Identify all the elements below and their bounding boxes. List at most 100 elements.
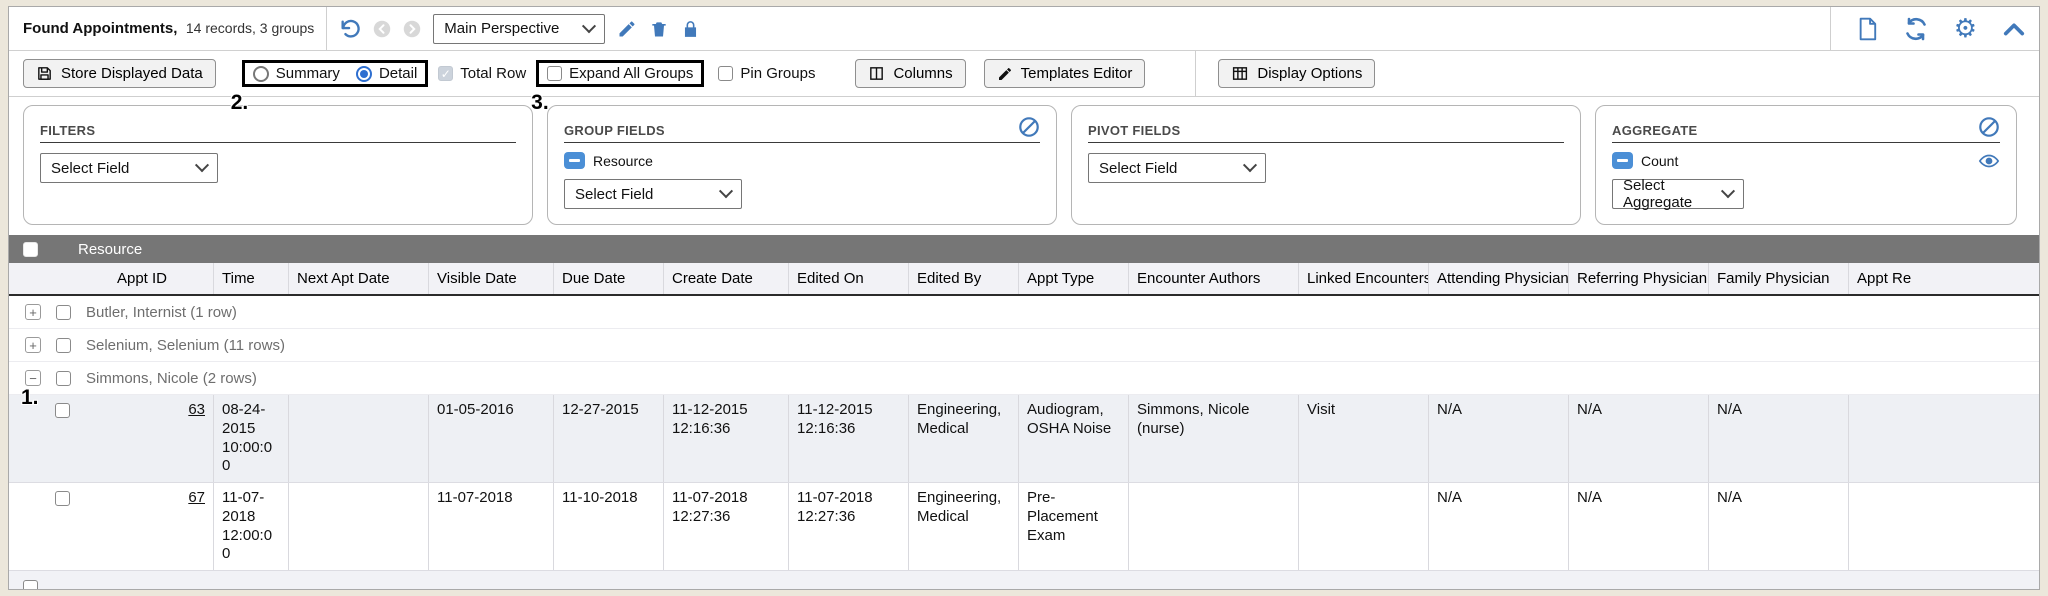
group-column-label: Resource [78,241,142,258]
filters-field-select[interactable]: Select Field [40,153,218,183]
templates-editor-button[interactable]: Templates Editor [984,59,1146,88]
column-header-appt-id[interactable]: Appt ID [9,263,214,294]
expand-all-groups-option[interactable]: Expand All Groups [547,65,693,82]
column-header-due-date[interactable]: Due Date [554,263,664,294]
expand-all-groups-label: Expand All Groups [569,65,693,82]
total-row-checkbox[interactable] [438,66,453,81]
collapse-chevron-up-icon[interactable] [2003,21,2025,37]
group-checkbox[interactable] [56,305,71,320]
cell-appt-re [1849,395,2039,482]
display-options-label: Display Options [1257,65,1362,82]
appt-id-link[interactable]: 67 [188,489,205,506]
aggregate-count-label: Count [1641,153,1678,169]
cell-next-apt-date [289,483,429,570]
group-label: Butler, Internist (1 row) [86,304,237,321]
detail-radio-option[interactable]: Detail [356,65,417,82]
columns-button[interactable]: Columns [855,59,965,88]
new-document-icon[interactable] [1857,17,1878,41]
perspective-select[interactable]: Main Perspective [433,14,605,44]
summary-radio-option[interactable]: Summary [253,65,340,82]
cell-appt-id: 63 [81,395,214,482]
nav-back-icon[interactable] [373,20,391,38]
column-header-visible-date[interactable]: Visible Date [429,263,554,294]
cell-time: 11-07-2018 12:00:00 [214,483,289,570]
nav-forward-icon[interactable] [403,20,421,38]
aggregate-select-value: Select Aggregate [1623,177,1713,211]
cell-edited-on: 11-07-2018 12:27:36 [789,483,909,570]
column-header-attending-physician[interactable]: Attending Physician [1429,263,1569,294]
appt-id-link[interactable]: 63 [188,401,205,418]
footer-row [9,571,2039,589]
column-header-referring-physician[interactable]: Referring Physician [1569,263,1709,294]
refresh-icon[interactable] [1904,17,1928,41]
column-header-edited-on[interactable]: Edited On [789,263,909,294]
expand-all-groups-checkbox[interactable] [547,66,562,81]
column-header-appt-type[interactable]: Appt Type [1019,263,1129,294]
total-row-label: Total Row [460,65,526,82]
clear-aggregate-icon[interactable] [1978,116,2000,138]
cell-create-date: 11-07-2018 12:27:36 [664,483,789,570]
column-header-family-physician[interactable]: Family Physician [1709,263,1849,294]
toolbar-separator [1195,51,1196,96]
edit-pencil-icon[interactable] [617,19,637,39]
eye-icon[interactable] [1978,153,2000,169]
group-checkbox[interactable] [56,371,71,386]
annotation-box-3: Expand All Groups 3. [536,60,704,87]
detail-label: Detail [379,65,417,82]
remove-count-aggregate-icon[interactable] [1612,152,1633,169]
cell-attending-physician: N/A [1429,395,1569,482]
pin-groups-option[interactable]: Pin Groups [718,65,815,82]
column-header-time[interactable]: Time [214,263,289,294]
cell-edited-on: 11-12-2015 12:16:36 [789,395,909,482]
pivot-fields-select[interactable]: Select Field [1088,153,1266,183]
display-options-button[interactable]: Display Options [1218,59,1375,88]
expand-plus-icon[interactable] [25,337,41,353]
lock-icon[interactable] [681,19,700,39]
detail-radio[interactable] [356,66,372,82]
column-header-next-apt-date[interactable]: Next Apt Date [289,263,429,294]
appointments-grid: Resource Appt ID Time Next Apt Date Visi… [9,235,2039,589]
cell-time: 08-24-2015 10:00:00 [214,395,289,482]
row-gutter [9,483,47,570]
cell-linked-encounters [1299,483,1429,570]
column-header-encounter-authors[interactable]: Encounter Authors [1129,263,1299,294]
gear-icon[interactable]: ⚙ [1954,16,1977,42]
column-header-appt-re[interactable]: Appt Re [1849,263,2039,294]
header-bar: Found Appointments, 14 records, 3 groups… [9,7,2039,51]
cell-due-date: 12-27-2015 [554,395,664,482]
aggregate-select[interactable]: Select Aggregate [1612,179,1744,209]
cell-referring-physician: N/A [1569,395,1709,482]
column-header-edited-by[interactable]: Edited By [909,263,1019,294]
cell-appt-type: Audiogram, OSHA Noise [1019,395,1129,482]
record-count: 14 records, 3 groups [186,20,314,36]
undo-icon[interactable] [339,18,361,40]
filters-field-select-value: Select Field [51,160,129,177]
page-title: Found Appointments, 14 records, 3 groups [23,20,314,38]
column-header-linked-encounters[interactable]: Linked Encounters [1299,263,1429,294]
columns-label: Columns [893,65,952,82]
group-label: Simmons, Nicole (2 rows) [86,370,257,387]
cell-family-physician: N/A [1709,483,1849,570]
trash-icon[interactable] [649,19,669,39]
page-title-text: Found Appointments, [23,20,177,37]
summary-radio[interactable] [253,66,269,82]
chevron-down-icon [1243,158,1257,172]
expand-plus-icon[interactable] [25,304,41,320]
group-fields-select[interactable]: Select Field [564,179,742,209]
group-label: Selenium, Selenium (11 rows) [86,337,285,354]
group-checkbox[interactable] [56,338,71,353]
row-checkbox[interactable] [55,491,70,506]
row-checkbox[interactable] [55,403,70,418]
header-right-separator [1830,7,1831,50]
filters-title: FILTERS [40,123,95,138]
pin-groups-checkbox[interactable] [718,66,733,81]
total-row-option[interactable]: Total Row [438,65,526,82]
remove-resource-field-icon[interactable] [564,152,585,169]
cell-next-apt-date [289,395,429,482]
collapse-minus-icon[interactable] [25,370,41,386]
column-header-create-date[interactable]: Create Date [664,263,789,294]
clear-group-fields-icon[interactable] [1018,116,1040,138]
select-all-checkbox[interactable] [23,242,38,257]
store-displayed-data-button[interactable]: Store Displayed Data [23,59,216,88]
footer-checkbox[interactable] [23,580,38,590]
